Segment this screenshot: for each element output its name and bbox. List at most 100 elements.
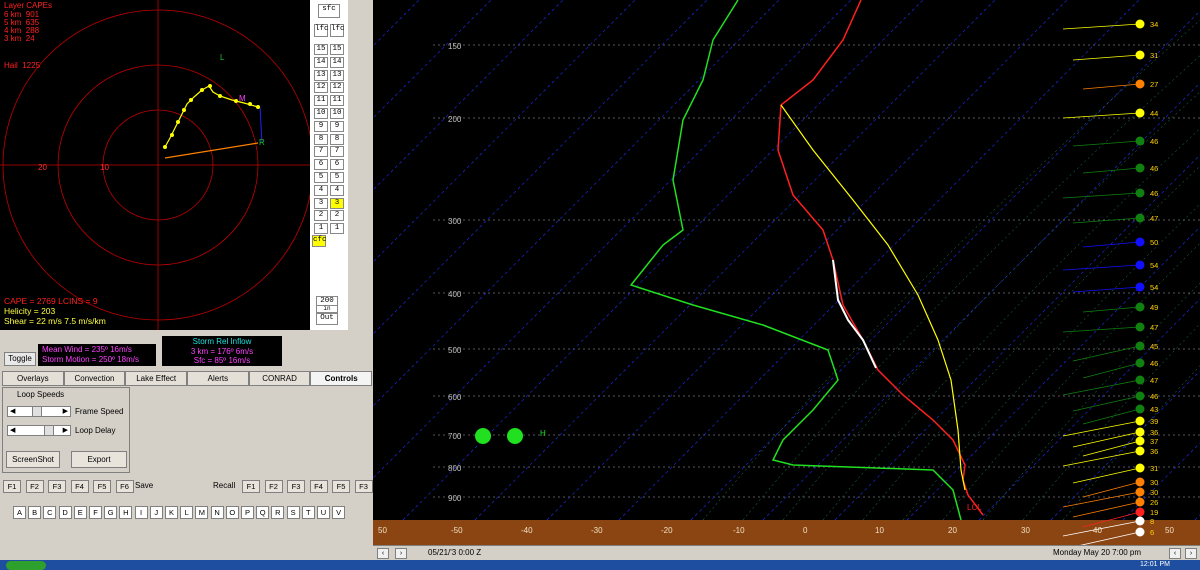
letter-key-u[interactable]: U — [317, 506, 330, 519]
tab-lake-effect[interactable]: Lake Effect — [125, 371, 188, 386]
level-button-right-3[interactable]: 3 — [330, 197, 344, 209]
level-button-right-7[interactable]: 7 — [330, 146, 344, 158]
level-button-left-13[interactable]: 13 — [314, 69, 328, 81]
temperature-label: 50 — [1165, 526, 1174, 535]
letter-key-i[interactable]: I — [134, 506, 148, 519]
letter-key-h[interactable]: H — [119, 506, 133, 519]
level-button-right-2[interactable]: 2 — [330, 210, 344, 222]
slider-right-arrow-icon[interactable]: ▶ — [63, 407, 68, 416]
letter-key-k[interactable]: K — [165, 506, 178, 519]
level-button-right-1[interactable]: 1 — [330, 223, 344, 235]
save-fkey-1[interactable]: F1 — [3, 480, 21, 493]
moist-adiabat — [1062, 365, 1200, 521]
level-button-left-11[interactable]: 11 — [314, 95, 328, 107]
level-button-left-5[interactable]: 5 — [314, 172, 328, 183]
letter-key-t[interactable]: T — [301, 506, 315, 519]
save-fkey-5[interactable]: F5 — [93, 480, 111, 493]
level-button-left-3[interactable]: 3 — [314, 197, 328, 209]
toggle-button[interactable]: Toggle — [4, 352, 36, 366]
level-button-right-14[interactable]: 14 — [330, 56, 344, 68]
letter-key-p[interactable]: P — [241, 506, 254, 519]
recall-fkey-1[interactable]: F1 — [242, 480, 260, 493]
letter-key-g[interactable]: G — [104, 506, 118, 519]
wind-barb — [1062, 23, 1141, 30]
level-button-right-8[interactable]: 8 — [330, 133, 344, 145]
letter-key-c[interactable]: C — [43, 506, 57, 519]
level-button-right-11[interactable]: 11 — [330, 95, 344, 107]
export-button[interactable]: Export — [71, 451, 127, 468]
letter-key-b[interactable]: B — [28, 506, 42, 519]
letter-key-v[interactable]: V — [332, 506, 346, 519]
recall-fkey-5[interactable]: F5 — [332, 480, 350, 493]
wind-speed-label: 30 — [1150, 488, 1158, 497]
slider-left-arrow-icon[interactable]: ◀ — [10, 426, 15, 435]
save-fkey-2[interactable]: F2 — [25, 480, 44, 493]
recall-fkey-3[interactable]: F3 — [287, 480, 305, 493]
hodograph-panel: Layer CAPEs 6 km 901 5 km 635 4 km 288 3… — [0, 0, 348, 330]
letter-key-o[interactable]: O — [225, 506, 239, 519]
tab-alerts[interactable]: Alerts — [187, 371, 249, 386]
level-button-left-4[interactable]: 4 — [314, 184, 328, 196]
lfc-button-right[interactable]: lfc — [330, 24, 345, 37]
recall-fkey-2[interactable]: F2 — [264, 480, 283, 493]
letter-key-j[interactable]: J — [149, 506, 163, 519]
tab-overlays[interactable]: Overlays — [2, 371, 64, 386]
zoom-in-button[interactable]: in — [316, 305, 338, 313]
level-button-left-1[interactable]: 1 — [314, 223, 328, 235]
level-button-right-12[interactable]: 12 — [330, 82, 344, 94]
wind-barb — [1082, 481, 1141, 498]
level-button-left-8[interactable]: 8 — [314, 133, 328, 145]
scroll-left-button[interactable]: ‹ — [1169, 548, 1181, 559]
level-button-left-6[interactable]: 6 — [314, 159, 328, 171]
letter-key-n[interactable]: N — [210, 506, 224, 519]
save-fkey-3[interactable]: F3 — [48, 480, 66, 493]
lfc-button-left[interactable]: lfc — [314, 24, 329, 37]
level-button-right-9[interactable]: 9 — [330, 120, 344, 132]
prev-frame-button[interactable]: ‹ — [377, 548, 389, 559]
tab-conrad[interactable]: CONRAD — [248, 371, 311, 386]
sfc-button[interactable]: sfc — [318, 4, 340, 18]
level-button-right-4[interactable]: 4 — [330, 184, 344, 196]
frame-speed-slider[interactable]: ◀ ▶ — [7, 406, 71, 417]
tab-convection[interactable]: Convection — [63, 371, 126, 386]
scroll-right-button[interactable]: › — [1185, 548, 1197, 559]
letter-key-s[interactable]: S — [286, 506, 300, 519]
letter-key-q[interactable]: Q — [256, 506, 270, 519]
level-button-right-10[interactable]: 10 — [330, 108, 344, 119]
letter-key-r[interactable]: R — [271, 506, 285, 519]
level-button-right-5[interactable]: 5 — [330, 172, 344, 183]
loop-delay-slider[interactable]: ◀ ▶ — [7, 425, 71, 436]
save-fkey-4[interactable]: F4 — [70, 480, 89, 493]
isotherm-line — [546, 0, 1068, 521]
next-frame-button[interactable]: › — [395, 548, 407, 559]
level-button-right-6[interactable]: 6 — [330, 159, 344, 171]
slider-left-arrow-icon[interactable]: ◀ — [10, 407, 15, 416]
letter-key-e[interactable]: E — [73, 506, 87, 519]
letter-key-f[interactable]: F — [89, 506, 102, 519]
level-button-left-15[interactable]: 15 — [314, 44, 328, 55]
slider-right-arrow-icon[interactable]: ▶ — [63, 426, 68, 435]
level-button-left-12[interactable]: 12 — [314, 82, 328, 94]
tab-controls[interactable]: Controls — [310, 371, 373, 386]
recall-fkey-6[interactable]: F3 — [354, 480, 373, 493]
level-button-right-15[interactable]: 15 — [330, 44, 344, 55]
letter-key-d[interactable]: D — [58, 506, 72, 519]
level-button-left-7[interactable]: 7 — [314, 146, 328, 158]
level-button-left-10[interactable]: 10 — [314, 108, 328, 119]
loop-delay-thumb[interactable] — [44, 425, 54, 436]
letter-key-m[interactable]: M — [195, 506, 209, 519]
letter-key-a[interactable]: A — [13, 506, 26, 519]
letter-key-l[interactable]: L — [180, 506, 194, 519]
level-button-right-13[interactable]: 13 — [330, 69, 344, 81]
frame-speed-thumb[interactable] — [32, 406, 42, 417]
recall-fkey-4[interactable]: F4 — [309, 480, 328, 493]
screenshot-button[interactable]: ScreenShot — [6, 451, 60, 468]
cfc-button[interactable]: cfc — [312, 235, 327, 247]
start-button[interactable] — [6, 561, 46, 570]
zoom-out-button[interactable]: Out — [316, 313, 338, 325]
save-fkey-6[interactable]: F6 — [115, 480, 134, 493]
level-button-left-14[interactable]: 14 — [314, 56, 328, 68]
wind-barb — [1062, 112, 1141, 119]
level-button-left-2[interactable]: 2 — [314, 210, 328, 222]
level-button-left-9[interactable]: 9 — [314, 120, 328, 132]
